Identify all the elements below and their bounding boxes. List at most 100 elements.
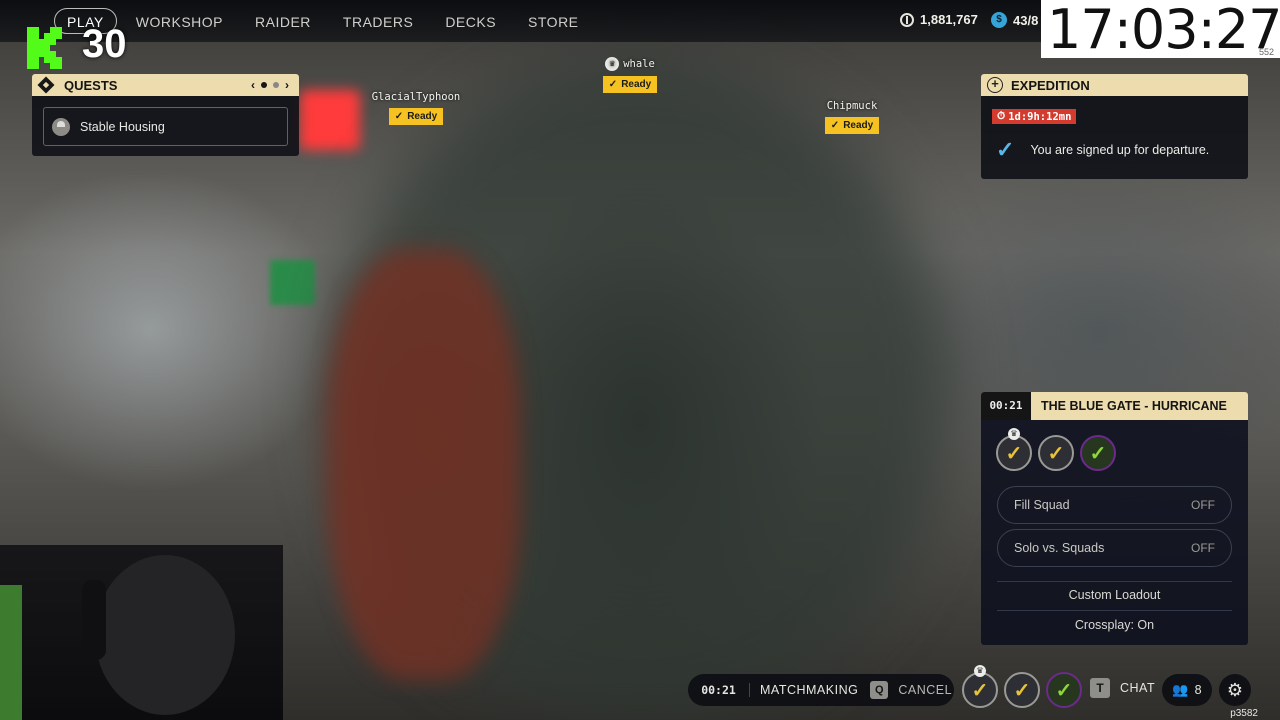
main-nav: PLAY WORKSHOP RAIDER TRADERS DECKS STORE [54, 8, 592, 34]
quests-header: QUESTS ‹ › [32, 74, 299, 96]
fill-squad-value: OFF [1191, 498, 1215, 512]
plus-icon: + [987, 77, 1003, 93]
crown-icon: ♛ [974, 665, 986, 677]
quests-panel: QUESTS ‹ › Stable Housing [32, 74, 299, 156]
departure-status: ✓ You are signed up for departure. [996, 137, 1210, 162]
matchmaking-timer: 00:21 [688, 683, 750, 697]
clock-icon: ⏱ [997, 110, 1006, 122]
squad-member[interactable]: ✓ [1038, 435, 1074, 471]
expedition-title: EXPEDITION [1011, 77, 1090, 93]
ready-badge: ✓ Ready [602, 76, 658, 93]
map-title: THE BLUE GATE - HURRICANE [1041, 399, 1227, 413]
player-name: GlacialTyphoon [371, 91, 461, 103]
credit-amount: 43/8 [1013, 12, 1039, 28]
credit-balance: $ 43/8 [991, 12, 1038, 28]
expedition-timer: ⏱ 1d:9h:12mn [992, 109, 1077, 124]
clock-time: 17:03:27 [1047, 0, 1280, 61]
checkmark-emblem-icon: ✓ [1013, 680, 1031, 702]
squad-members: ♛ ✓ ✓ ✓ [996, 428, 1116, 471]
player-tag: Chipmuck ✓ Ready [812, 100, 892, 134]
streamer-head [95, 555, 235, 715]
ready-badge: ✓ Ready [388, 108, 444, 125]
kick-count: 30 [82, 22, 127, 66]
gear-icon: ⚙ [1226, 680, 1244, 700]
stream-clock: 17:03:27 552 [1041, 0, 1280, 61]
squad-panel: 00:21 THE BLUE GATE - HURRICANE ♛ ✓ ✓ ✓ F… [981, 392, 1248, 645]
crown-icon: ♛ [1008, 428, 1020, 440]
expedition-panel: + EXPEDITION ⏱ 1d:9h:12mn ✓ You are sign… [981, 74, 1248, 179]
people-icon: 👥 [1172, 682, 1189, 697]
quest-diamond-icon [37, 76, 55, 94]
nav-raider[interactable]: RAIDER [242, 8, 324, 34]
nav-workshop[interactable]: WORKSHOP [123, 8, 236, 34]
headphones [82, 580, 106, 660]
background-sign [270, 260, 315, 305]
departure-message: You are signed up for departure. [1030, 143, 1210, 157]
credit-icon: $ [991, 12, 1007, 28]
chevron-left-icon[interactable]: ‹ [251, 78, 255, 92]
check-icon: ✓ [830, 120, 840, 131]
cancel-key-hint: Q [870, 681, 889, 699]
quests-pager: ‹ › [251, 78, 289, 92]
check-icon: ✓ [996, 137, 1015, 162]
solo-vs-squads-label: Solo vs. Squads [1014, 541, 1105, 555]
kick-logo-icon [27, 27, 62, 69]
custom-loadout-button[interactable]: Custom Loadout [981, 588, 1248, 602]
coin-amount: 1,881,767 [920, 12, 978, 27]
nav-store[interactable]: STORE [515, 8, 591, 34]
friends-button[interactable]: 👥 8 [1162, 674, 1212, 706]
squad-member-leader[interactable]: ♛ ✓ [996, 428, 1032, 471]
squad-header: 00:21 THE BLUE GATE - HURRICANE [981, 392, 1248, 420]
check-icon: ✓ [608, 79, 618, 90]
chat-label: CHAT [1120, 681, 1156, 695]
quest-giver-avatar [52, 117, 70, 136]
webcam-overlay [0, 545, 283, 720]
crown-icon: ♛ [605, 57, 620, 71]
coin-balance: 1,881,767 [900, 12, 978, 27]
chat-key-hint: T [1090, 678, 1110, 698]
background-light [300, 90, 360, 150]
check-icon: ✓ [394, 111, 404, 122]
fill-squad-label: Fill Squad [1014, 498, 1070, 512]
settings-button[interactable]: ⚙ [1219, 674, 1251, 706]
stream-corner-id: p3582 [1230, 708, 1258, 719]
nav-decks[interactable]: DECKS [432, 8, 509, 34]
ready-badge: ✓ Ready [824, 117, 880, 134]
squad-member[interactable]: ✓ [1080, 435, 1116, 471]
coin-icon [900, 12, 914, 27]
checkmark-emblem-icon: ✓ [1055, 680, 1073, 702]
chat-button[interactable]: T CHAT [1090, 678, 1155, 698]
page-dot-active[interactable] [261, 82, 267, 88]
player-tag: ♛ whale ✓ Ready [592, 57, 668, 93]
page-dot[interactable] [273, 82, 279, 88]
quest-item-label: Stable Housing [80, 119, 165, 134]
player-tag: GlacialTyphoon ✓ Ready [364, 91, 468, 125]
bottom-squad-members: ♛ ✓ ✓ ✓ [962, 665, 1082, 708]
squad-member[interactable]: ✓ [1046, 672, 1082, 708]
squad-member[interactable]: ✓ [1004, 672, 1040, 708]
chevron-right-icon[interactable]: › [285, 78, 289, 92]
nav-traders[interactable]: TRADERS [330, 8, 426, 34]
divider [997, 610, 1232, 611]
checkmark-emblem-icon: ✓ [1047, 443, 1065, 465]
solo-vs-squads-toggle[interactable]: Solo vs. Squads OFF [997, 529, 1232, 567]
fill-squad-toggle[interactable]: Fill Squad OFF [997, 486, 1232, 524]
player-name: Chipmuck [826, 100, 878, 112]
cancel-button[interactable]: CANCEL [898, 683, 952, 697]
checkmark-emblem-icon: ✓ [1089, 443, 1107, 465]
divider [997, 581, 1232, 582]
friends-count: 8 [1194, 683, 1202, 697]
quest-item[interactable]: Stable Housing [43, 107, 288, 146]
webcam-green-screen [0, 585, 22, 720]
clock-subtext: 552 [1258, 47, 1274, 57]
solo-vs-squads-value: OFF [1191, 541, 1215, 555]
player-name: ♛ whale [592, 57, 668, 71]
expedition-header: + EXPEDITION [981, 74, 1248, 96]
squad-member-leader[interactable]: ♛ ✓ [962, 665, 998, 708]
crossplay-setting[interactable]: Crossplay: On [981, 618, 1248, 632]
matchmaking-bar: 00:21 MATCHMAKING Q CANCEL [688, 674, 954, 706]
quests-title: QUESTS [64, 77, 118, 93]
squad-timer: 00:21 [981, 392, 1031, 420]
checkmark-emblem-icon: ✓ [971, 680, 989, 702]
raider-figure [330, 250, 520, 680]
